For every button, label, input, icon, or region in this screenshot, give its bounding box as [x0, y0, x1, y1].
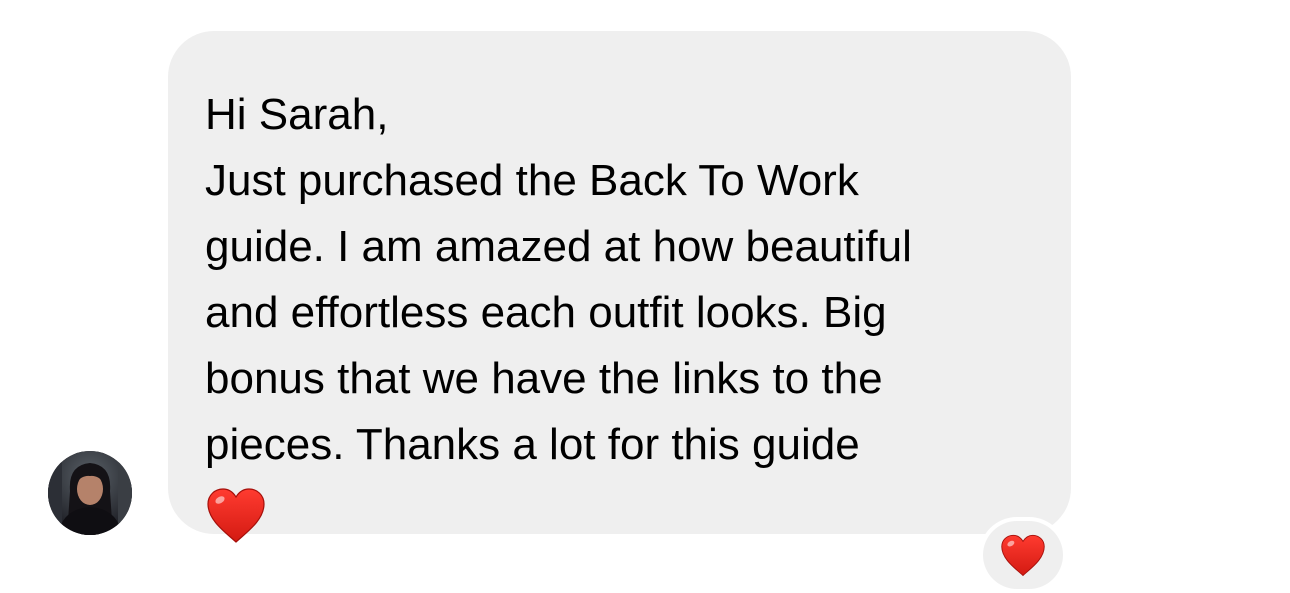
reaction-badge[interactable]	[979, 517, 1067, 593]
heart-emoji-icon	[205, 486, 267, 544]
message-line: Hi Sarah,	[205, 90, 389, 139]
avatar-photo	[48, 451, 132, 535]
heart-reaction-icon	[1001, 534, 1045, 577]
message-line: Just purchased the Back To Work	[205, 156, 859, 205]
message-line: bonus that we have the links to the	[205, 354, 883, 403]
message-line: pieces. Thanks a lot for this guide	[205, 420, 860, 469]
message-bubble[interactable]: Hi Sarah, Just purchased the Back To Wor…	[168, 31, 1071, 543]
avatar[interactable]	[48, 451, 132, 535]
message-line: guide. I am amazed at how beautiful	[205, 222, 912, 271]
message-line: and effortless each outfit looks. Big	[205, 288, 887, 337]
